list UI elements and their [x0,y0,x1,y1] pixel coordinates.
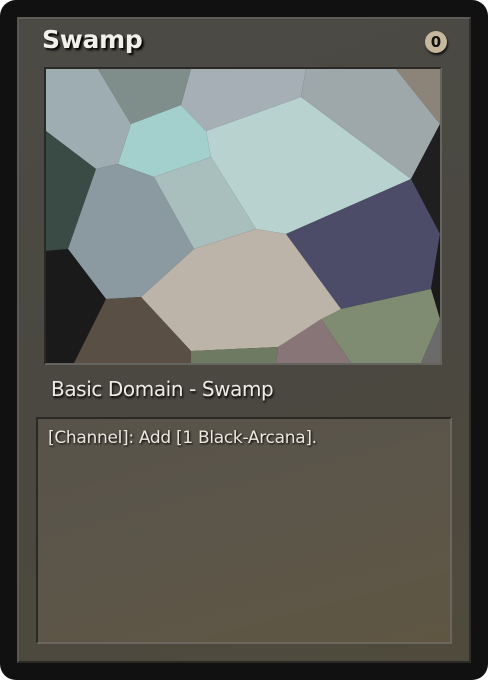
rules-text-box: [Channel]: Add [1 Black-Arcana]. [36,417,452,644]
card[interactable]: Swamp 0 Basic Domain - Swamp [Channel]: … [0,0,488,680]
rules-text: [Channel]: Add [1 Black-Arcana]. [48,428,317,448]
mana-cost-badge: 0 [425,31,447,53]
card-art [44,67,442,365]
abstract-voronoi-artwork-icon [46,69,440,363]
card-name: Swamp [42,25,143,54]
type-line: Basic Domain - Swamp [51,377,274,401]
